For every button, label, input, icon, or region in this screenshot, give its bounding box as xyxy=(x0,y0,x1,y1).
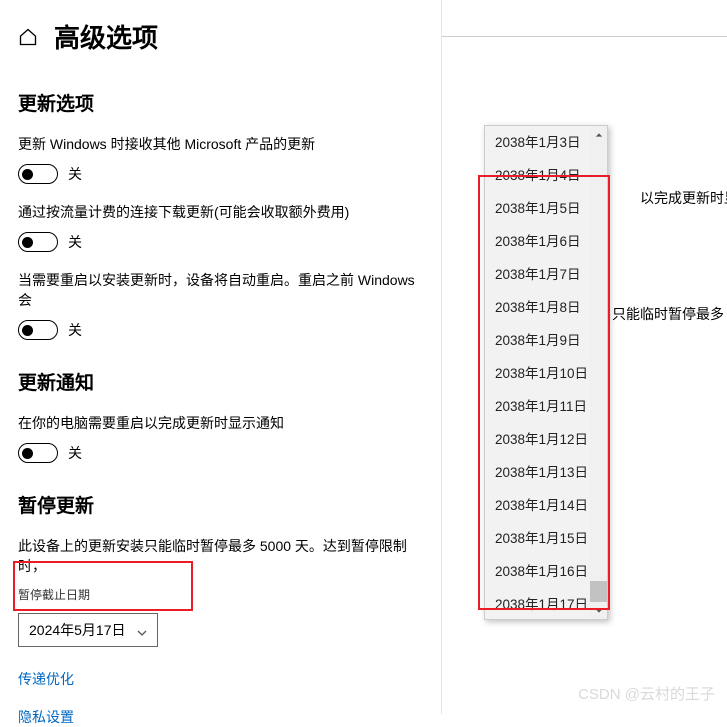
section-update-options-title: 更新选项 xyxy=(18,89,423,116)
list-item[interactable]: 2038年1月16日 xyxy=(485,555,592,588)
list-item[interactable]: 2038年1月13日 xyxy=(485,456,592,489)
list-item[interactable]: 2038年1月10日 xyxy=(485,357,592,390)
scroll-up-button[interactable] xyxy=(590,126,607,143)
toggle-row-metered: 关 xyxy=(18,232,423,252)
list-item[interactable]: 2038年1月7日 xyxy=(485,258,592,291)
toggle-ms-products-state: 关 xyxy=(68,164,82,184)
pause-description: 此设备上的更新安装只能临时暂停最多 5000 天。达到暂停限制时， xyxy=(18,536,423,576)
link-privacy-settings[interactable]: 隐私设置 xyxy=(18,707,423,727)
setting-ms-products-text: 更新 Windows 时接收其他 Microsoft 产品的更新 xyxy=(18,134,423,154)
right-area: 以完成更新时显示通 只能临时暂停最多 5 2038年1月3日 2038年1月4日… xyxy=(442,0,727,714)
list-item[interactable]: 2038年1月8日 xyxy=(485,291,592,324)
setting-auto-restart-text: 当需要重启以安装更新时，设备将自动重启。重启之前 Windows 会 xyxy=(18,270,423,310)
chevron-down-icon xyxy=(137,625,147,635)
settings-panel: 高级选项 更新选项 更新 Windows 时接收其他 Microsoft 产品的… xyxy=(0,0,442,714)
pause-deadline-label: 暂停截止日期 xyxy=(18,586,423,603)
list-item[interactable]: 2038年1月5日 xyxy=(485,192,592,225)
watermark: CSDN @云村的王子 xyxy=(578,683,715,704)
bg-text-notify-fragment: 以完成更新时显示通 xyxy=(640,188,727,208)
list-item[interactable]: 2038年1月3日 xyxy=(485,126,592,159)
toggle-row-auto-restart: 关 xyxy=(18,320,423,340)
pause-date-selected: 2024年5月17日 xyxy=(29,620,126,640)
list-item[interactable]: 2038年1月17日 xyxy=(485,588,592,619)
toggle-auto-restart-state: 关 xyxy=(68,320,82,340)
list-item[interactable]: 2038年1月12日 xyxy=(485,423,592,456)
bg-text-pause-fragment: 只能临时暂停最多 5 xyxy=(612,304,727,324)
section-pause-title: 暂停更新 xyxy=(18,491,423,518)
scrollbar-thumb[interactable] xyxy=(590,581,607,603)
page-title: 高级选项 xyxy=(54,18,158,55)
home-icon[interactable] xyxy=(18,27,38,47)
list-item[interactable]: 2038年1月14日 xyxy=(485,489,592,522)
list-item[interactable]: 2038年1月4日 xyxy=(485,159,592,192)
list-item[interactable]: 2038年1月15日 xyxy=(485,522,592,555)
list-item[interactable]: 2038年1月6日 xyxy=(485,225,592,258)
toggle-row-ms-products: 关 xyxy=(18,164,423,184)
scroll-down-button[interactable] xyxy=(590,602,607,619)
setting-notify-text: 在你的电脑需要重启以完成更新时显示通知 xyxy=(18,413,423,433)
setting-metered-text: 通过按流量计费的连接下载更新(可能会收取额外费用) xyxy=(18,202,423,222)
date-dropdown-popup: 2038年1月3日 2038年1月4日 2038年1月5日 2038年1月6日 … xyxy=(484,125,608,620)
dropdown-list: 2038年1月3日 2038年1月4日 2038年1月5日 2038年1月6日 … xyxy=(485,126,592,619)
pause-date-dropdown[interactable]: 2024年5月17日 xyxy=(18,613,158,647)
toggle-notify[interactable] xyxy=(18,443,58,463)
toggle-row-notify: 关 xyxy=(18,443,423,463)
list-item[interactable]: 2038年1月11日 xyxy=(485,390,592,423)
section-update-notify-title: 更新通知 xyxy=(18,368,423,395)
toggle-notify-state: 关 xyxy=(68,443,82,463)
toggle-ms-products[interactable] xyxy=(18,164,58,184)
toggle-auto-restart[interactable] xyxy=(18,320,58,340)
scrollbar[interactable] xyxy=(590,126,607,619)
toggle-metered[interactable] xyxy=(18,232,58,252)
link-delivery-optimization[interactable]: 传递优化 xyxy=(18,669,423,689)
list-item[interactable]: 2038年1月9日 xyxy=(485,324,592,357)
header-row: 高级选项 xyxy=(18,18,423,55)
toggle-metered-state: 关 xyxy=(68,232,82,252)
divider xyxy=(442,36,727,37)
